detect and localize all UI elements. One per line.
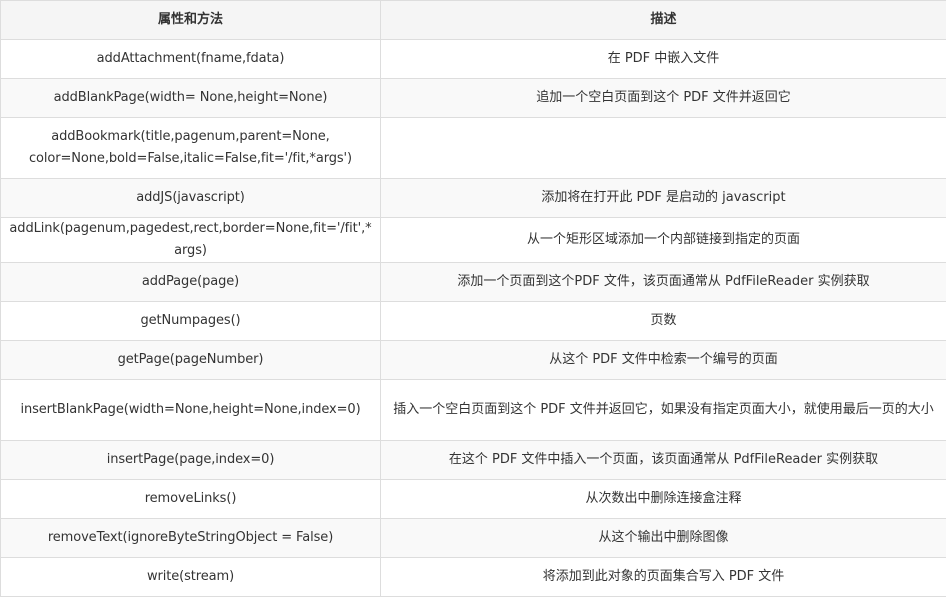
method-cell: addJS(javascript) bbox=[1, 179, 381, 218]
method-cell: addBookmark(title,pagenum,parent=None, c… bbox=[1, 118, 381, 179]
table-row: addJS(javascript) 添加将在打开此 PDF 是启动的 javas… bbox=[1, 179, 946, 218]
header-row: 属性和方法 描述 bbox=[1, 1, 946, 40]
table-row: getNumpages() 页数 bbox=[1, 302, 946, 341]
description-cell: 添加一个页面到这个PDF 文件，该页面通常从 PdfFileReader 实例获… bbox=[381, 263, 946, 302]
description-cell: 将添加到此对象的页面集合写入 PDF 文件 bbox=[381, 558, 946, 597]
table-row: insertBlankPage(width=None,height=None,i… bbox=[1, 380, 946, 441]
description-cell: 添加将在打开此 PDF 是启动的 javascript bbox=[381, 179, 946, 218]
description-cell: 追加一个空白页面到这个 PDF 文件并返回它 bbox=[381, 79, 946, 118]
method-cell: addPage(page) bbox=[1, 263, 381, 302]
column-header-description: 描述 bbox=[381, 1, 946, 40]
table-row: addBookmark(title,pagenum,parent=None, c… bbox=[1, 118, 946, 179]
method-cell: removeText(ignoreByteStringObject = Fals… bbox=[1, 519, 381, 558]
description-cell: 从一个矩形区域添加一个内部链接到指定的页面 bbox=[381, 218, 946, 263]
method-cell: insertPage(page,index=0) bbox=[1, 441, 381, 480]
method-cell: addLink(pagenum,pagedest,rect,border=Non… bbox=[1, 218, 381, 263]
description-cell: 在 PDF 中嵌入文件 bbox=[381, 40, 946, 79]
description-cell: 从次数出中删除连接盒注释 bbox=[381, 480, 946, 519]
description-cell: 插入一个空白页面到这个 PDF 文件并返回它，如果没有指定页面大小，就使用最后一… bbox=[381, 380, 946, 441]
table-row: getPage(pageNumber) 从这个 PDF 文件中检索一个编号的页面 bbox=[1, 341, 946, 380]
method-cell: insertBlankPage(width=None,height=None,i… bbox=[1, 380, 381, 441]
description-cell: 从这个输出中删除图像 bbox=[381, 519, 946, 558]
api-table: 属性和方法 描述 addAttachment(fname,fdata) 在 PD… bbox=[0, 0, 946, 597]
method-cell: getNumpages() bbox=[1, 302, 381, 341]
description-cell: 从这个 PDF 文件中检索一个编号的页面 bbox=[381, 341, 946, 380]
table-row: write(stream) 将添加到此对象的页面集合写入 PDF 文件 bbox=[1, 558, 946, 597]
table-row: removeText(ignoreByteStringObject = Fals… bbox=[1, 519, 946, 558]
table-row: addPage(page) 添加一个页面到这个PDF 文件，该页面通常从 Pdf… bbox=[1, 263, 946, 302]
table-body: addAttachment(fname,fdata) 在 PDF 中嵌入文件 a… bbox=[1, 40, 946, 597]
method-cell: getPage(pageNumber) bbox=[1, 341, 381, 380]
column-header-method: 属性和方法 bbox=[1, 1, 381, 40]
table-row: addBlankPage(width= None,height=None) 追加… bbox=[1, 79, 946, 118]
description-cell: 页数 bbox=[381, 302, 946, 341]
table-row: addLink(pagenum,pagedest,rect,border=Non… bbox=[1, 218, 946, 263]
table-row: removeLinks() 从次数出中删除连接盒注释 bbox=[1, 480, 946, 519]
method-cell: addBlankPage(width= None,height=None) bbox=[1, 79, 381, 118]
table-row: addAttachment(fname,fdata) 在 PDF 中嵌入文件 bbox=[1, 40, 946, 79]
method-cell: write(stream) bbox=[1, 558, 381, 597]
method-cell: addAttachment(fname,fdata) bbox=[1, 40, 381, 79]
description-cell bbox=[381, 118, 946, 179]
table-header: 属性和方法 描述 bbox=[1, 1, 946, 40]
method-cell: removeLinks() bbox=[1, 480, 381, 519]
description-cell: 在这个 PDF 文件中插入一个页面，该页面通常从 PdfFileReader 实… bbox=[381, 441, 946, 480]
table-row: insertPage(page,index=0) 在这个 PDF 文件中插入一个… bbox=[1, 441, 946, 480]
